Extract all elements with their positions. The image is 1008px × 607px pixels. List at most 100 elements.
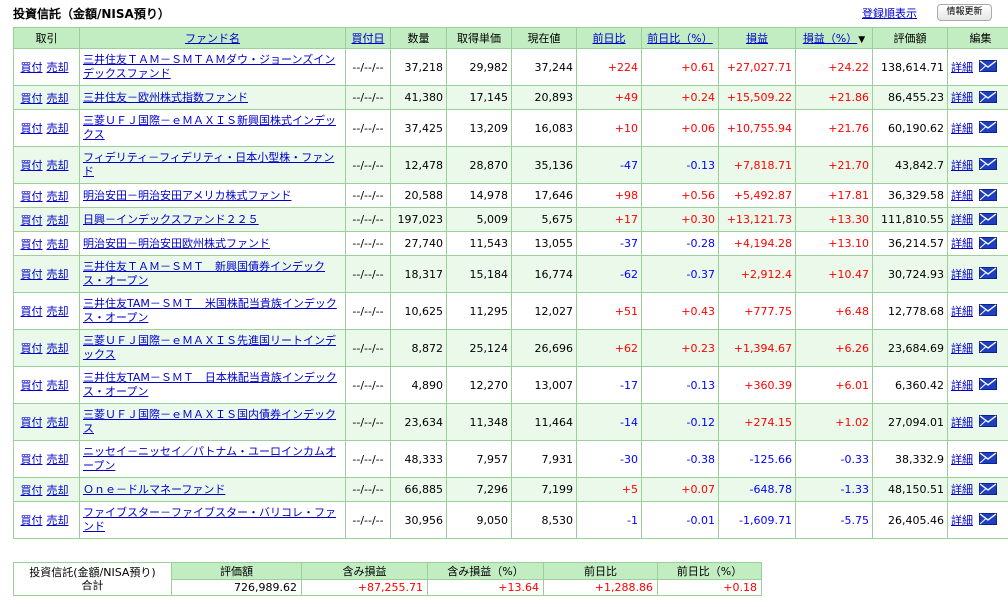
mail-icon[interactable] (979, 60, 997, 75)
profit-loss-pct-cell: +24.22 (795, 48, 873, 86)
sell-link[interactable]: 売却 (47, 268, 69, 281)
table-row: 買付 売却 三菱ＵＦＪ国際－ｅＭＡＸＩＳ新興国株式インデックス --/--/-- 37,… (13, 109, 1008, 147)
current-price-cell: 16,774 (511, 255, 577, 293)
fund-name-link[interactable]: 三井住友－欧州株式指数ファンド (83, 91, 248, 104)
refresh-button[interactable]: 情報更新 (937, 4, 992, 21)
mail-icon[interactable] (979, 90, 997, 106)
fund-name-link[interactable]: 三井住友ＴＡＭ－ＳＭＴＡＭダウ・ジョーンズインデックスファンド (83, 53, 335, 80)
buy-link[interactable]: 買付 (21, 514, 43, 527)
detail-link[interactable]: 詳細 (951, 122, 973, 135)
sell-link[interactable]: 売却 (47, 92, 69, 105)
buy-link[interactable]: 買付 (21, 214, 43, 227)
mail-icon[interactable] (979, 188, 997, 204)
buy-link[interactable]: 買付 (21, 342, 43, 355)
buy-date-cell: --/--/-- (345, 403, 391, 441)
buy-date-cell: --/--/-- (345, 255, 391, 293)
detail-link[interactable]: 詳細 (951, 453, 973, 466)
fund-name-link[interactable]: 三井住友ＴＡＭ－ＳＭＴ 新興国債券インデックス・オープン (83, 260, 325, 287)
fund-name-link[interactable]: フィデリティ－フィデリティ・日本小型株・ファンド (83, 151, 334, 178)
sell-link[interactable]: 売却 (47, 379, 69, 392)
col-profit-loss-pct-header[interactable]: 損益（%）▼ (795, 27, 873, 49)
fund-name-link[interactable]: ニッセイ－ニッセイ／パトナム・ユーロインカムオープン (83, 445, 336, 472)
edit-cell: 詳細 (947, 231, 1008, 256)
col-day-change-header[interactable]: 前日比 (576, 27, 642, 49)
sell-link[interactable]: 売却 (47, 214, 69, 227)
profit-loss-cell: +777.75 (718, 292, 796, 330)
summary-valuation: 726,989.62 (171, 579, 302, 596)
col-buy-date-header[interactable]: 買付日 (345, 27, 391, 49)
sell-link[interactable]: 売却 (47, 484, 69, 497)
detail-link[interactable]: 詳細 (951, 514, 973, 527)
sell-link[interactable]: 売却 (47, 342, 69, 355)
mail-icon[interactable] (979, 158, 997, 173)
fund-name-link[interactable]: ファイブスター－ファイブスター・バリコレ・ファンド (83, 506, 336, 533)
detail-link[interactable]: 詳細 (951, 268, 973, 281)
fund-name-link[interactable]: Ｏｎｅ－ドルマネーファンド (83, 483, 225, 496)
buy-link[interactable]: 買付 (21, 61, 43, 74)
fund-name-link[interactable]: 三菱ＵＦＪ国際－ｅＭＡＸＩＳ新興国株式インデックス (83, 114, 336, 141)
fund-name-link[interactable]: 三井住友TAM－ＳＭＴ 日本株配当貴族インデックス・オープン (83, 371, 337, 398)
detail-link[interactable]: 詳細 (951, 159, 973, 172)
sell-link[interactable]: 売却 (47, 122, 69, 135)
col-day-change-pct-header[interactable]: 前日比（%） (641, 27, 719, 49)
col-profit-loss-header[interactable]: 損益 (718, 27, 796, 49)
fund-name-link[interactable]: 三菱ＵＦＪ国際－ｅＭＡＸＩＳ先進国リートインデックス (83, 334, 336, 361)
mail-icon[interactable] (979, 415, 997, 430)
buy-link[interactable]: 買付 (21, 122, 43, 135)
mail-icon[interactable] (979, 267, 997, 282)
sell-link[interactable]: 売却 (47, 190, 69, 203)
trade-cell: 買付 売却 (13, 255, 80, 293)
mail-icon[interactable] (979, 513, 997, 528)
detail-link[interactable]: 詳細 (951, 416, 973, 429)
unit-cost-cell: 13,209 (446, 109, 512, 147)
detail-link[interactable]: 詳細 (951, 237, 973, 250)
detail-link[interactable]: 詳細 (951, 61, 973, 74)
buy-link[interactable]: 買付 (21, 484, 43, 497)
buy-link[interactable]: 買付 (21, 268, 43, 281)
detail-link[interactable]: 詳細 (951, 213, 973, 226)
buy-link[interactable]: 買付 (21, 416, 43, 429)
mail-icon[interactable] (979, 341, 997, 356)
sell-link[interactable]: 売却 (47, 238, 69, 251)
register-order-link[interactable]: 登録順表示 (862, 5, 917, 21)
fund-name-link[interactable]: 日興－インデックスファンド２２５ (83, 213, 259, 226)
detail-link[interactable]: 詳細 (951, 305, 973, 318)
fund-name-link[interactable]: 明治安田－明治安田アメリカ株式ファンド (83, 189, 291, 202)
unit-cost-cell: 11,295 (446, 292, 512, 330)
buy-link[interactable]: 買付 (21, 92, 43, 105)
mail-icon[interactable] (979, 378, 997, 393)
mail-icon[interactable] (979, 236, 997, 252)
sell-link[interactable]: 売却 (47, 514, 69, 527)
detail-link[interactable]: 詳細 (951, 342, 973, 355)
buy-link[interactable]: 買付 (21, 238, 43, 251)
mail-icon[interactable] (979, 212, 997, 228)
buy-link[interactable]: 買付 (21, 379, 43, 392)
day-change-cell: +62 (576, 329, 642, 367)
sell-link[interactable]: 売却 (47, 159, 69, 172)
mail-icon[interactable] (979, 452, 997, 467)
buy-link[interactable]: 買付 (21, 305, 43, 318)
fund-name-link[interactable]: 明治安田－明治安田欧州株式ファンド (83, 237, 270, 250)
buy-link[interactable]: 買付 (21, 190, 43, 203)
detail-link[interactable]: 詳細 (951, 379, 973, 392)
buy-link[interactable]: 買付 (21, 159, 43, 172)
detail-link[interactable]: 詳細 (951, 189, 973, 202)
detail-link[interactable]: 詳細 (951, 91, 973, 104)
valuation-cell: 111,810.55 (872, 207, 948, 232)
detail-link[interactable]: 詳細 (951, 483, 973, 496)
mail-icon[interactable] (979, 304, 997, 319)
edit-cell: 詳細 (947, 207, 1008, 232)
col-fund-name-header[interactable]: ファンド名 (79, 27, 346, 49)
buy-link[interactable]: 買付 (21, 453, 43, 466)
fund-name-link[interactable]: 三菱ＵＦＪ国際－ｅＭＡＸＩＳ国内債券インデックス (83, 408, 336, 435)
sell-link[interactable]: 売却 (47, 416, 69, 429)
fund-name-link[interactable]: 三井住友TAM－ＳＭＴ 米国株配当貴族インデックス・オープン (83, 297, 337, 324)
sell-link[interactable]: 売却 (47, 61, 69, 74)
mail-icon[interactable] (979, 121, 997, 136)
day-change-cell: +10 (576, 109, 642, 147)
sell-link[interactable]: 売却 (47, 305, 69, 318)
sell-link[interactable]: 売却 (47, 453, 69, 466)
day-change-pct-cell: +0.56 (641, 183, 719, 208)
profit-loss-pct-cell: +21.76 (795, 109, 873, 147)
mail-icon[interactable] (979, 482, 997, 498)
